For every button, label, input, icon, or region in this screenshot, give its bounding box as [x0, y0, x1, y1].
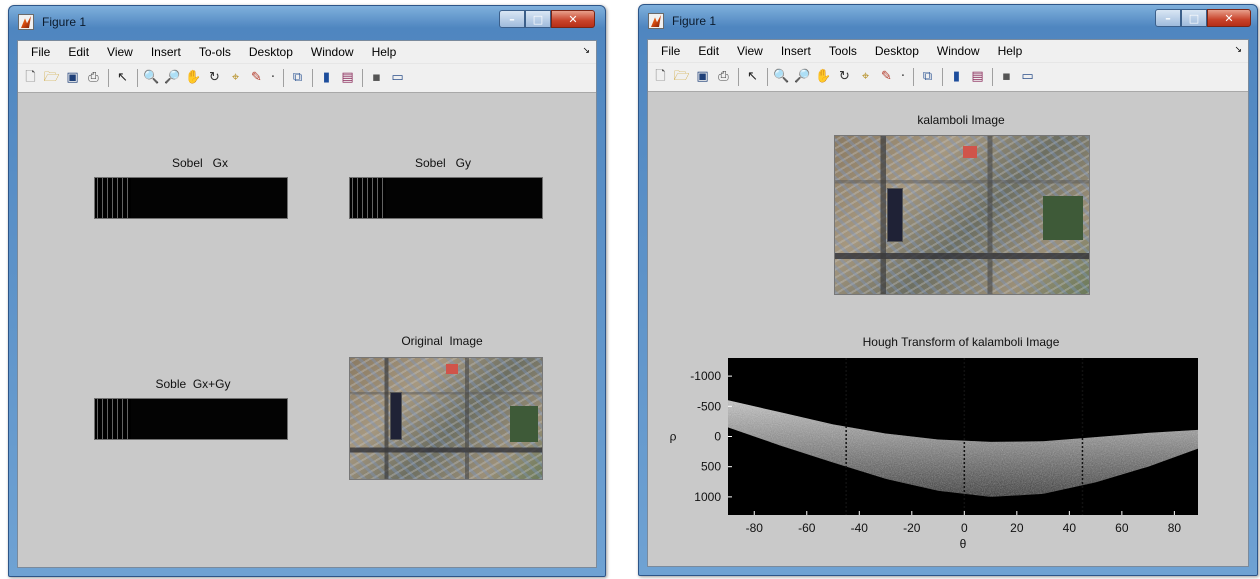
title-bar[interactable]: Figure 1 – □ ✕ [639, 5, 1257, 35]
y-tick-label: 1000 [694, 490, 721, 504]
dock-arrow-icon[interactable]: ↘ [582, 45, 590, 56]
toolbar-separator [137, 69, 138, 87]
original-satellite-image [349, 357, 543, 480]
minimize-button[interactable]: – [1155, 9, 1181, 27]
x-tick-label: 0 [961, 521, 968, 535]
menu-bar: File Edit View Insert To-ols Desktop Win… [18, 41, 596, 63]
y-tick-label: -1000 [690, 369, 721, 383]
menu-file[interactable]: File [22, 41, 59, 63]
maximize-button[interactable]: □ [525, 10, 551, 28]
minimize-button[interactable]: – [499, 10, 525, 28]
menu-help[interactable]: Help [363, 41, 406, 63]
figure-window-hough[interactable]: Figure 1 – □ ✕ File Edit View Insert Too… [638, 4, 1258, 576]
maximize-button[interactable]: □ [1181, 9, 1207, 27]
y-tick-label: -500 [697, 399, 721, 413]
rotate-3d-icon[interactable]: ↻ [206, 69, 223, 87]
axes-title-original: Original Image [401, 334, 483, 348]
sobel-gx-image [94, 177, 288, 219]
hough-y-axis-label: ρ [670, 430, 677, 444]
show-plot-tools-icon[interactable]: ▭ [389, 69, 406, 87]
window-title: Figure 1 [672, 14, 717, 28]
brush-icon[interactable]: ✎ [248, 69, 265, 87]
toolbar-separator [108, 69, 109, 87]
hide-plot-tools-icon[interactable]: ▪ [368, 69, 385, 87]
axes-title-soble-gxgy: Soble Gx+Gy [155, 377, 231, 391]
x-tick-label: -80 [746, 521, 764, 535]
axes-title-sobel-gy: Sobel Gy [414, 156, 472, 170]
menu-edit[interactable]: Edit [59, 41, 98, 63]
menu-desktop[interactable]: Desktop [240, 41, 302, 63]
link-plot-icon[interactable]: ⧉ [289, 69, 306, 87]
figure-toolbar: 🗋 🗁 ▣ ⎙ ↖ 🔍 🔎 ✋ ↻ ⌖ ✎ · ⧉ ▮ ▤ ▪ ▭ [18, 63, 596, 93]
hough-transform-plot: -80 -60 -40 -20 0 20 40 60 80 -1000-50005001000 … [670, 358, 1198, 551]
close-button[interactable]: ✕ [551, 10, 595, 28]
matlab-icon [648, 13, 664, 29]
close-button[interactable]: ✕ [1207, 9, 1251, 27]
x-tick-label: 40 [1063, 521, 1077, 535]
pointer-icon[interactable]: ↖ [114, 69, 131, 87]
menu-view[interactable]: View [98, 41, 142, 63]
window-title: Figure 1 [42, 15, 87, 29]
data-cursor-icon[interactable]: ⌖ [227, 69, 244, 87]
figure-window-sobel[interactable]: Figure 1 – □ ✕ File Edit View Insert To-… [8, 5, 606, 577]
y-tick-label: 500 [701, 460, 721, 474]
toolbar-separator [362, 69, 363, 87]
figure-client-area: File Edit View Insert Tools Desktop Wind… [647, 39, 1249, 567]
matlab-icon [18, 14, 34, 30]
x-tick-label: 80 [1168, 521, 1182, 535]
y-tick-label: 0 [714, 430, 721, 444]
soble-gxgy-image [94, 398, 288, 440]
save-icon[interactable]: ▣ [64, 69, 81, 87]
pan-hand-icon[interactable]: ✋ [185, 69, 202, 87]
title-bar[interactable]: Figure 1 – □ ✕ [9, 6, 605, 36]
menu-insert[interactable]: Insert [142, 41, 190, 63]
sobel-gy-image [349, 177, 543, 219]
x-tick-label: -60 [798, 521, 816, 535]
hough-x-axis-label: θ [960, 537, 967, 551]
zoom-in-icon[interactable]: 🔍 [143, 69, 160, 87]
x-tick-label: 60 [1115, 521, 1129, 535]
print-icon[interactable]: ⎙ [85, 69, 102, 87]
new-file-icon[interactable]: 🗋 [22, 69, 39, 87]
zoom-out-icon[interactable]: 🔎 [164, 69, 181, 87]
x-tick-label: -40 [851, 521, 869, 535]
menu-window[interactable]: Window [302, 41, 363, 63]
menu-tools[interactable]: To-ols [190, 41, 240, 63]
figure-client-area: File Edit View Insert To-ols Desktop Win… [17, 40, 597, 568]
insert-legend-icon[interactable]: ▤ [339, 69, 356, 87]
toolbar-separator [283, 69, 284, 87]
axes-title-sobel-gx: Sobel Gx [171, 156, 229, 170]
toolbar-separator [312, 69, 313, 87]
insert-colorbar-icon[interactable]: ▮ [318, 69, 335, 87]
x-tick-label: -20 [903, 521, 921, 535]
open-folder-icon[interactable]: 🗁 [43, 69, 60, 87]
brush-dropdown-icon[interactable]: · [269, 69, 277, 87]
x-tick-label: 20 [1010, 521, 1024, 535]
